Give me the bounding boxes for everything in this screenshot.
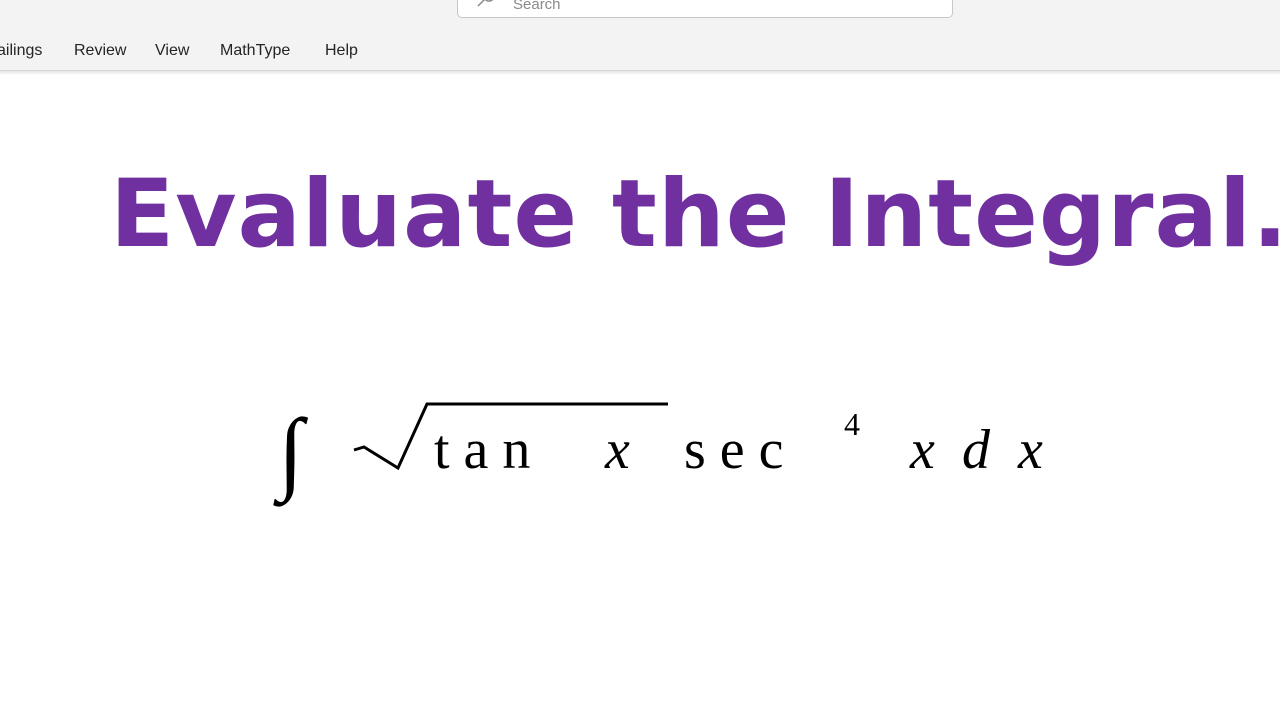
differential-d: d [962,419,991,481]
integral-equation: ∫ t a n x s e c 4 x d x [273,400,1043,507]
exponent: 4 [844,406,860,442]
secant-function: s e c [684,419,784,481]
radicand-function: t a n [434,419,530,481]
ribbon-shadow [0,71,1280,75]
document-heading: Evaluate the Integral. [110,160,1280,269]
search-placeholder: Search [513,0,561,13]
ribbon-tab-bar: ailings Review View MathType Help [0,32,1280,71]
search-icon [477,0,494,7]
tab-review[interactable]: Review [74,42,126,60]
integral-sign: ∫ [273,400,308,507]
radicand-variable: x [604,419,630,481]
search-box[interactable]: Search [457,0,953,18]
variable: x [909,419,935,481]
differential-variable: x [1017,419,1043,481]
tab-mailings[interactable]: ailings [0,42,42,60]
tab-help[interactable]: Help [325,42,358,60]
tab-mathtype[interactable]: MathType [220,42,290,60]
title-bar: Search [0,0,1280,32]
tab-view[interactable]: View [155,42,189,60]
